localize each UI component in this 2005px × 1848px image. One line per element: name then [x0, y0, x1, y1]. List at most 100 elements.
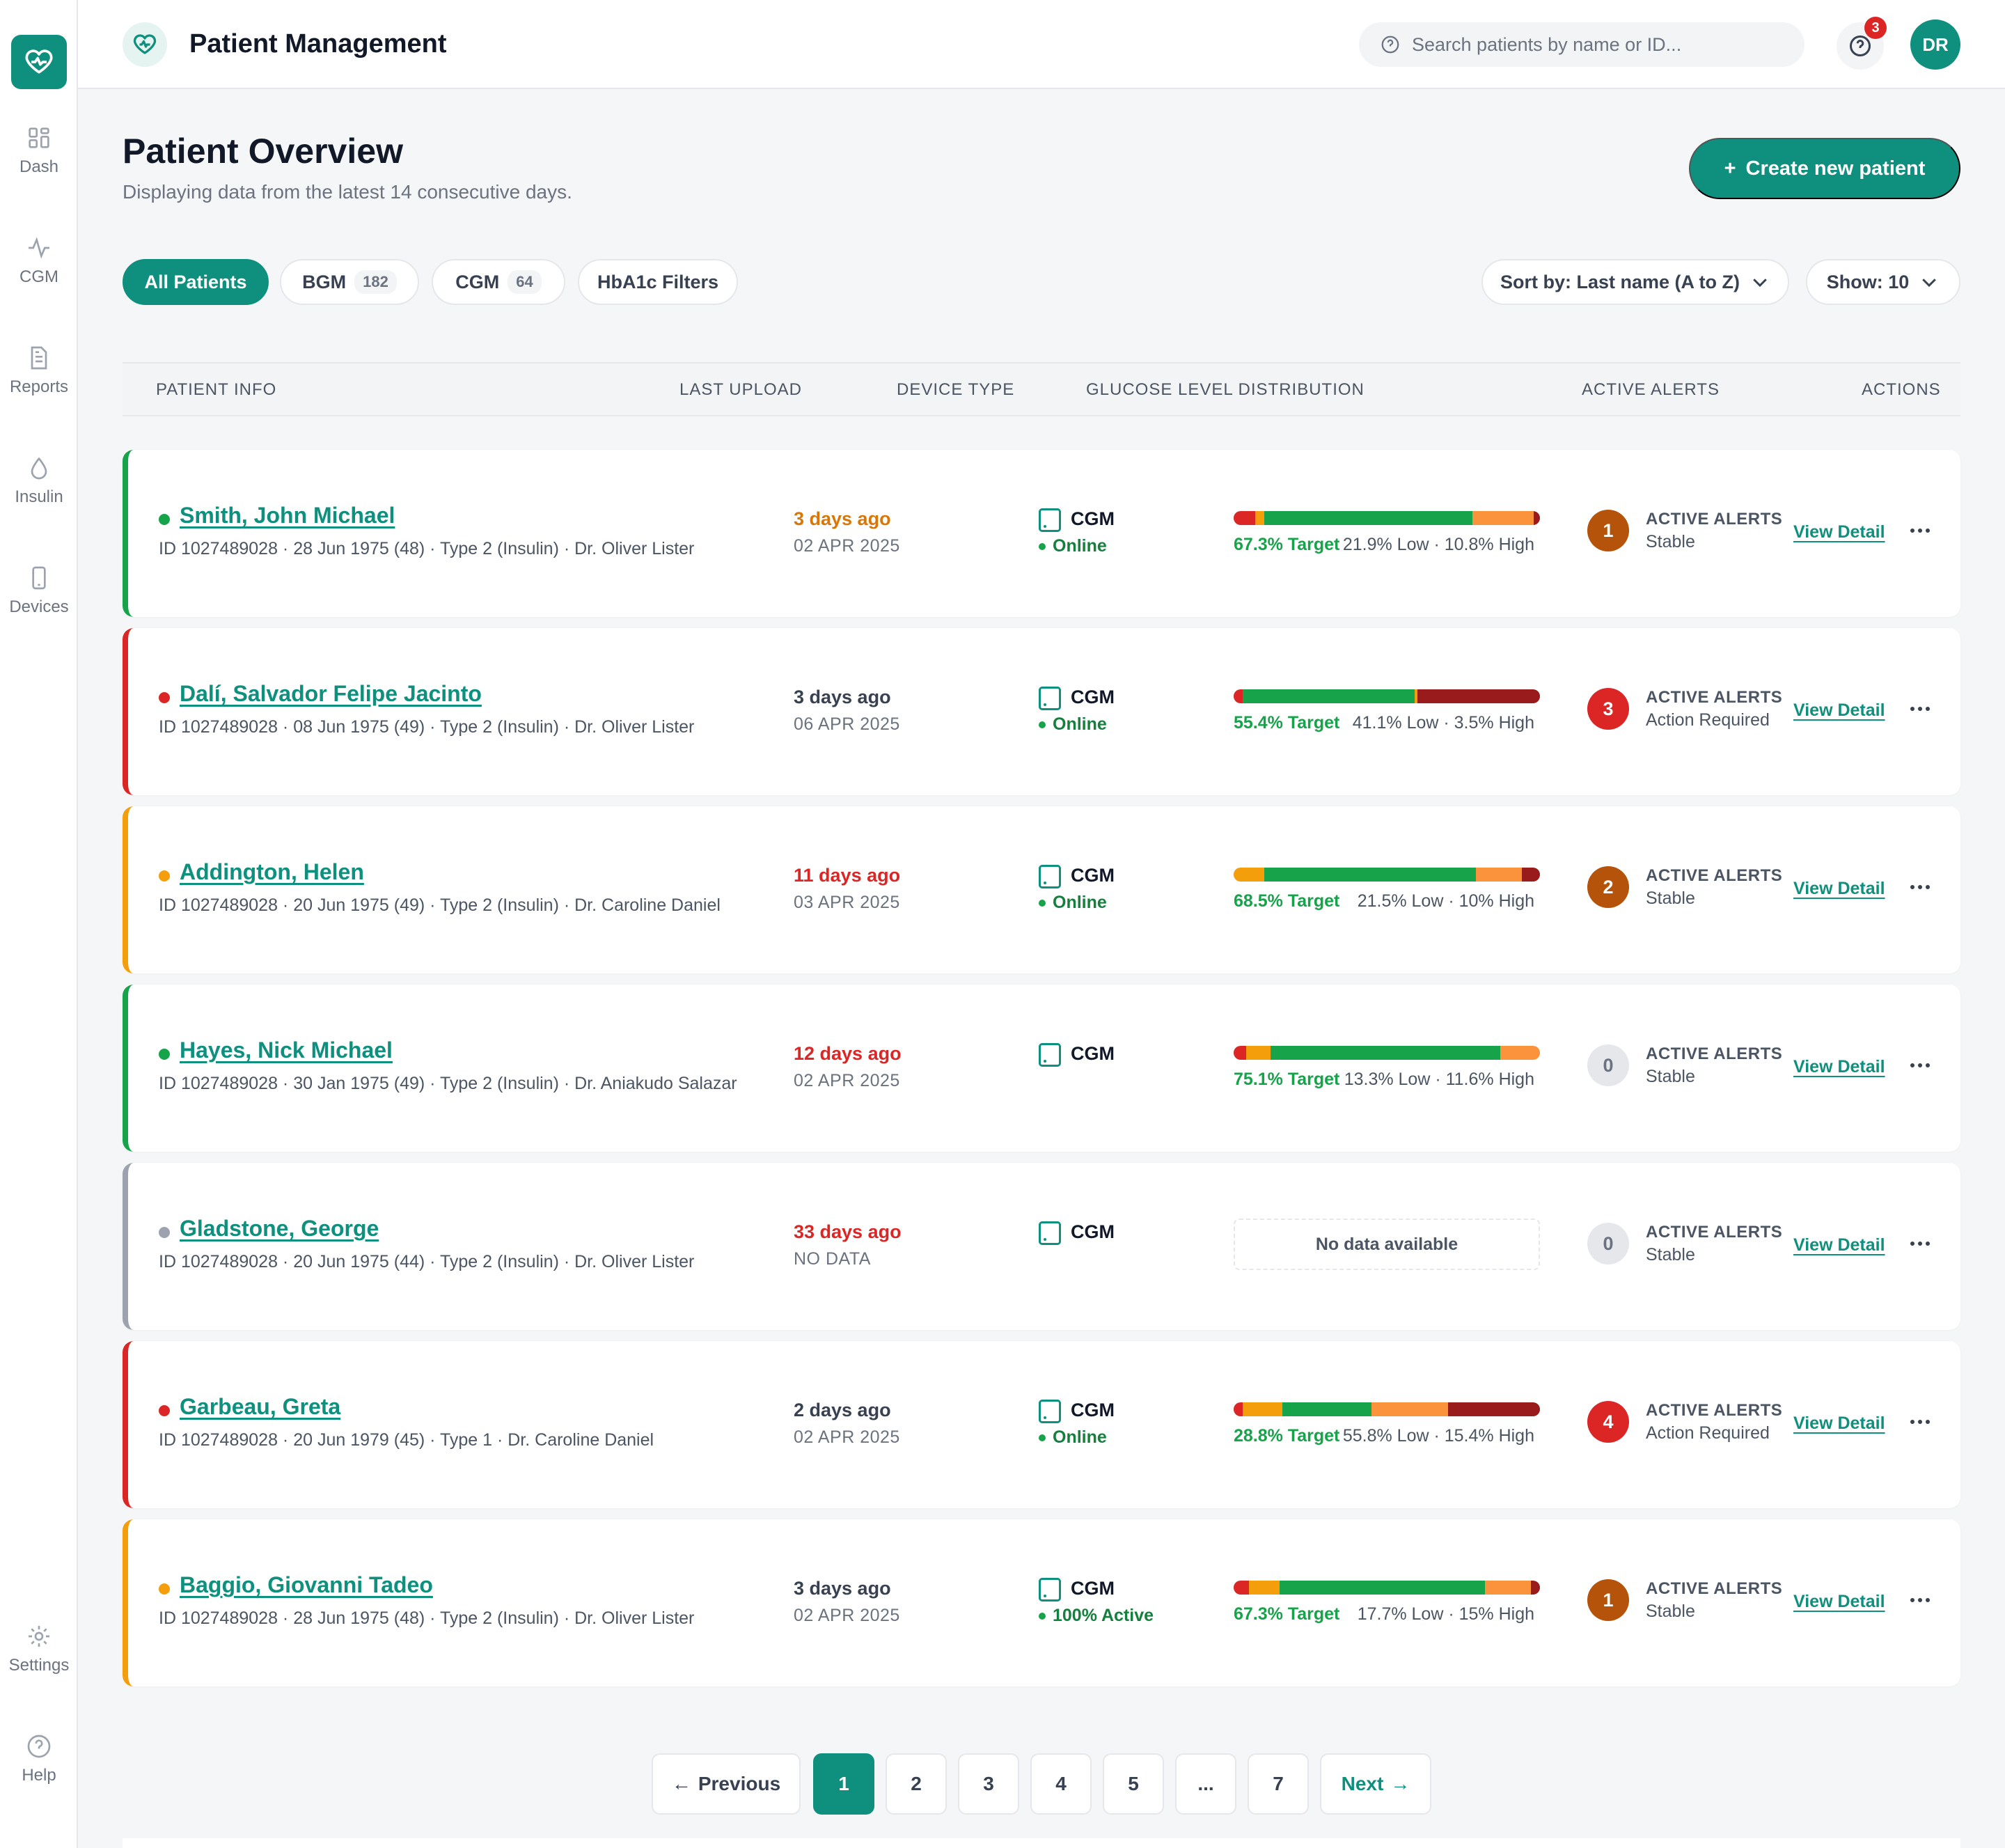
- page-button[interactable]: 3: [958, 1753, 1019, 1815]
- dot: [1918, 885, 1922, 889]
- previous-page-button[interactable]: ← Previous: [652, 1753, 801, 1815]
- sidebar-item-label: Settings: [8, 1656, 70, 1675]
- alert-status: Stable: [1646, 888, 1695, 908]
- page-button[interactable]: 1: [813, 1753, 874, 1815]
- notification-badge: 3: [1864, 17, 1887, 39]
- more-actions-button[interactable]: [1903, 1586, 1937, 1614]
- column-header: ACTIVE ALERTS: [1582, 380, 1720, 399]
- table-row[interactable]: Garbeau, Greta ID 1027489028 · 20 Jun 197…: [123, 1341, 1960, 1508]
- patient-name-link[interactable]: Garbeau, Greta: [180, 1394, 340, 1420]
- dot: [1926, 1242, 1930, 1246]
- sidebar-item-label: Insulin: [15, 487, 63, 506]
- more-actions-button[interactable]: [1903, 695, 1937, 723]
- more-actions-button[interactable]: [1903, 873, 1937, 901]
- patient-name-link[interactable]: Addington, Helen: [180, 859, 364, 885]
- tab-hba1c-filters[interactable]: HbA1c Filters: [578, 259, 738, 305]
- dot: [1918, 1242, 1922, 1246]
- sort-select[interactable]: Sort by: Last name (A to Z): [1481, 259, 1789, 305]
- page-title: Patient Overview: [123, 132, 403, 171]
- table-row[interactable]: Baggio, Giovanni Tadeo ID 1027489028 · 28…: [123, 1519, 1960, 1686]
- distribution-segment: [1530, 1581, 1540, 1595]
- sidebar-item-cgm[interactable]: CGM: [0, 234, 78, 287]
- patient-name-link[interactable]: Gladstone, George: [180, 1216, 379, 1242]
- online-dot: [1039, 542, 1046, 550]
- page-button[interactable]: 7: [1248, 1753, 1309, 1815]
- sidebar-item-settings[interactable]: Settings: [0, 1622, 78, 1675]
- dot: [1918, 528, 1922, 533]
- next-label: Next: [1341, 1773, 1384, 1794]
- device-type: CGM: [1071, 508, 1115, 529]
- top-header: Patient Management Search patients by na…: [78, 0, 2005, 89]
- page-button[interactable]: 5: [1103, 1753, 1164, 1815]
- view-detail-link[interactable]: View Detail: [1793, 879, 1885, 899]
- page-number: 3: [983, 1773, 994, 1794]
- table-row[interactable]: Addington, Helen ID 1027489028 · 20 Jun 1…: [123, 806, 1960, 973]
- notifications-button[interactable]: 3: [1837, 17, 1887, 70]
- sidebar-item-reports[interactable]: Reports: [0, 344, 78, 397]
- sidebar-item-insulin[interactable]: Insulin: [0, 454, 78, 507]
- distribution-segment: [1243, 1402, 1283, 1416]
- dot: [1910, 1063, 1914, 1067]
- app-logo[interactable]: [11, 35, 67, 89]
- patient-name-link[interactable]: Baggio, Giovanni Tadeo: [180, 1572, 433, 1598]
- view-detail-link[interactable]: View Detail: [1793, 1057, 1885, 1077]
- page-button[interactable]: 4: [1030, 1753, 1092, 1815]
- distribution-segment: [1234, 689, 1243, 703]
- page-button[interactable]: 2: [886, 1753, 947, 1815]
- more-actions-button[interactable]: [1903, 517, 1937, 545]
- show-label: Show: 10: [1826, 271, 1910, 292]
- view-detail-link[interactable]: View Detail: [1793, 1414, 1885, 1434]
- alert-count-badge: 1: [1587, 1579, 1629, 1621]
- device-status: Online: [1039, 893, 1107, 913]
- sidebar-item-help[interactable]: Help: [0, 1732, 78, 1785]
- last-upload-date: 06 APR 2025: [794, 714, 900, 734]
- tab-cgm[interactable]: CGM 64: [432, 259, 565, 305]
- show-count-select[interactable]: Show: 10: [1806, 259, 1960, 305]
- distribution-segment: [1521, 868, 1540, 882]
- distribution-segment: [1255, 511, 1264, 525]
- distribution-segment: [1249, 1581, 1280, 1595]
- status-dot: [159, 1405, 170, 1416]
- drop-icon: [31, 457, 47, 480]
- patient-name-link[interactable]: Hayes, Nick Michael: [180, 1037, 393, 1063]
- device-status: Online: [1039, 714, 1107, 735]
- gear-icon: [29, 1626, 49, 1647]
- view-detail-link[interactable]: View Detail: [1793, 700, 1885, 721]
- low-high-percent: 41.1% Low · 3.5% High: [1352, 713, 1534, 733]
- distribution-segment: [1270, 1046, 1500, 1060]
- table-row[interactable]: Gladstone, George ID 1027489028 · 20 Jun …: [123, 1163, 1960, 1330]
- tab-all-patients[interactable]: All Patients: [123, 259, 269, 305]
- active-alerts-label: ACTIVE ALERTS: [1646, 688, 1783, 707]
- sidebar-item-dash[interactable]: Dash: [0, 124, 78, 177]
- more-actions-button[interactable]: [1903, 1051, 1937, 1079]
- table-row[interactable]: Smith, John Michael ID 1027489028 · 28 Ju…: [123, 450, 1960, 617]
- dot: [1910, 1598, 1914, 1602]
- target-percent: 75.1% Target: [1234, 1070, 1340, 1089]
- next-page-button[interactable]: Next →: [1320, 1753, 1431, 1815]
- view-detail-link[interactable]: View Detail: [1793, 1235, 1885, 1255]
- more-actions-button[interactable]: [1903, 1230, 1937, 1258]
- tab-label: HbA1c Filters: [597, 271, 719, 292]
- avatar[interactable]: DR: [1910, 19, 1960, 70]
- table-row[interactable]: Dalí, Salvador Felipe Jacinto ID 10274890…: [123, 628, 1960, 795]
- search-input[interactable]: Search patients by name or ID...: [1359, 22, 1804, 67]
- create-patient-button[interactable]: + Create new patient: [1689, 138, 1960, 199]
- tab-count: 182: [354, 270, 397, 294]
- device-type: CGM: [1071, 865, 1115, 886]
- arrow-left-icon: ←: [671, 1773, 691, 1794]
- view-detail-link[interactable]: View Detail: [1793, 522, 1885, 542]
- table-row[interactable]: Hayes, Nick Michael ID 1027489028 · 30 Ja…: [123, 985, 1960, 1152]
- alert-status: Stable: [1646, 1245, 1695, 1264]
- tab-bgm[interactable]: BGM 182: [280, 259, 419, 305]
- distribution-segment: [1234, 511, 1255, 525]
- sidebar-item-devices[interactable]: Devices: [0, 564, 78, 617]
- distribution-segment: [1500, 1046, 1540, 1060]
- patient-name-link[interactable]: Dalí, Salvador Felipe Jacinto: [180, 681, 482, 707]
- device-status: 100% Active: [1039, 1606, 1154, 1626]
- view-detail-link[interactable]: View Detail: [1793, 1592, 1885, 1612]
- glucose-distribution-bar: [1234, 1581, 1540, 1595]
- status-dot: [159, 514, 170, 525]
- patient-name-link[interactable]: Smith, John Michael: [180, 503, 395, 528]
- online-dot: [1039, 721, 1046, 728]
- more-actions-button[interactable]: [1903, 1408, 1937, 1436]
